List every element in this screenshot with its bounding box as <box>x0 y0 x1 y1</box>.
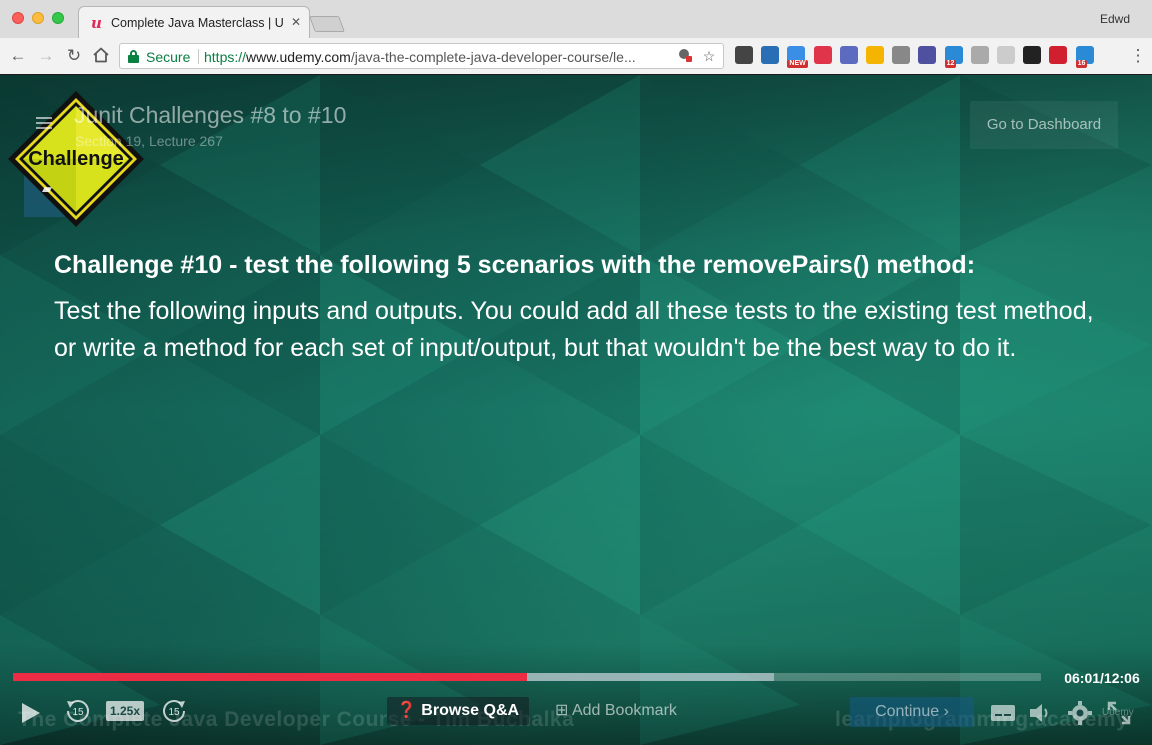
menu-list-icon[interactable] <box>36 117 52 131</box>
extension-badge: 16 <box>1075 60 1088 68</box>
lock-icon <box>128 50 139 63</box>
grid-icon[interactable] <box>1023 46 1042 64</box>
url-text[interactable]: https://www.udemy.com/java-the-complete-… <box>204 49 674 65</box>
continue-label: Continue <box>875 703 940 720</box>
url-host: www.udemy.com <box>246 49 351 65</box>
playback-speed-button[interactable]: 1.25x <box>106 701 144 721</box>
swirl-icon[interactable] <box>839 46 858 64</box>
extension-badge: NEW <box>787 60 808 68</box>
skip-forward-label: 15 <box>168 707 180 718</box>
minimize-window-button[interactable] <box>32 12 44 24</box>
maximize-window-button[interactable] <box>52 12 64 24</box>
lecture-title: Junit Challenges #8 to #10 <box>74 102 347 128</box>
add-bookmark-button[interactable]: ⊞ Add Bookmark <box>555 697 677 725</box>
back-arrow-icon[interactable]: ← <box>8 46 28 66</box>
t-icon[interactable] <box>1049 46 1068 64</box>
chevron-right-icon: › <box>943 703 949 720</box>
progress-played <box>13 673 527 681</box>
captions-icon[interactable] <box>990 703 1016 728</box>
browse-qa-label: Browse Q&A <box>421 702 520 719</box>
bookmark-plus-icon: ⊞ <box>555 702 569 719</box>
udemy-logo-icon: u <box>91 14 102 32</box>
url-scheme: https:// <box>204 49 247 65</box>
lecture-subtitle: Section 19, Lecture 267 <box>75 133 223 149</box>
time-display: 06:01/12:06 <box>1064 670 1140 686</box>
new-tab-button[interactable] <box>309 16 345 32</box>
go-to-dashboard-button[interactable]: Go to Dashboard <box>970 101 1118 149</box>
s2-icon[interactable]: 12 <box>944 46 963 68</box>
video-player[interactable]: Challenge ▰ Junit Challenges #8 to #10 S… <box>0 75 1152 745</box>
settings-gear-icon[interactable] <box>1067 700 1093 731</box>
faceted-background <box>0 75 1152 745</box>
close-window-button[interactable] <box>12 12 24 24</box>
rewind-15-icon[interactable]: 15 <box>64 697 92 725</box>
reload-icon[interactable]: ↻ <box>64 46 84 66</box>
chrome-menu-icon[interactable]: ⋮ <box>1128 46 1148 66</box>
scissors-icon[interactable] <box>970 46 989 64</box>
calendar-icon[interactable]: 16 <box>1075 46 1094 68</box>
block-icon[interactable] <box>918 46 937 64</box>
forward-15-icon[interactable]: 15 <box>160 697 188 725</box>
udemy-brand: Udemy <box>1102 707 1134 718</box>
moon-icon[interactable] <box>997 46 1015 64</box>
secure-label: Secure <box>146 49 191 65</box>
home-icon[interactable] <box>91 46 111 66</box>
forward-arrow-icon[interactable]: → <box>36 46 56 66</box>
play-icon[interactable] <box>18 701 42 725</box>
bookmark-star-icon[interactable]: ☆ <box>700 47 718 65</box>
folder-icon[interactable]: ▰ <box>42 182 58 195</box>
browse-qa-button[interactable]: ❓ Browse Q&A <box>387 697 529 725</box>
colorful-icon[interactable] <box>866 46 884 64</box>
address-bar[interactable]: Secure https://www.udemy.com/java-the-co… <box>119 43 724 69</box>
slide-heading: Challenge #10 - test the following 5 sce… <box>54 251 976 279</box>
url-path: /java-the-complete-java-developer-course… <box>350 49 636 65</box>
volume-icon[interactable] <box>1028 701 1054 730</box>
browser-tab-active[interactable]: u Complete Java Masterclass | Udemy ✕ <box>78 6 310 38</box>
challenge-sign-text: Challenge <box>28 148 124 170</box>
progress-bar[interactable] <box>13 673 1041 681</box>
question-circle-icon: ❓ <box>396 702 417 719</box>
s-icon[interactable] <box>761 46 780 64</box>
incognito-block-icon[interactable] <box>676 47 694 65</box>
skip-back-label: 15 <box>72 707 84 718</box>
evernote-icon[interactable] <box>735 46 753 64</box>
continue-button[interactable]: Continue › <box>850 697 974 727</box>
browser-chrome: u Complete Java Masterclass | Udemy ✕ Ed… <box>0 0 1152 74</box>
gear-ext-icon[interactable] <box>892 46 911 64</box>
close-tab-icon[interactable]: ✕ <box>289 15 303 29</box>
omnibox-divider <box>198 49 199 64</box>
tab-strip: u Complete Java Masterclass | Udemy ✕ Ed… <box>0 0 1152 38</box>
profile-name[interactable]: Edwd <box>1100 12 1130 26</box>
add-bookmark-label: Add Bookmark <box>571 702 677 719</box>
pocket-icon[interactable] <box>813 46 832 64</box>
slide-body: Test the following inputs and outputs. Y… <box>54 297 1094 362</box>
new-icon[interactable]: NEW <box>787 46 808 68</box>
extension-badge: 12 <box>944 60 957 68</box>
tab-title: Complete Java Masterclass | Udemy <box>111 16 283 30</box>
